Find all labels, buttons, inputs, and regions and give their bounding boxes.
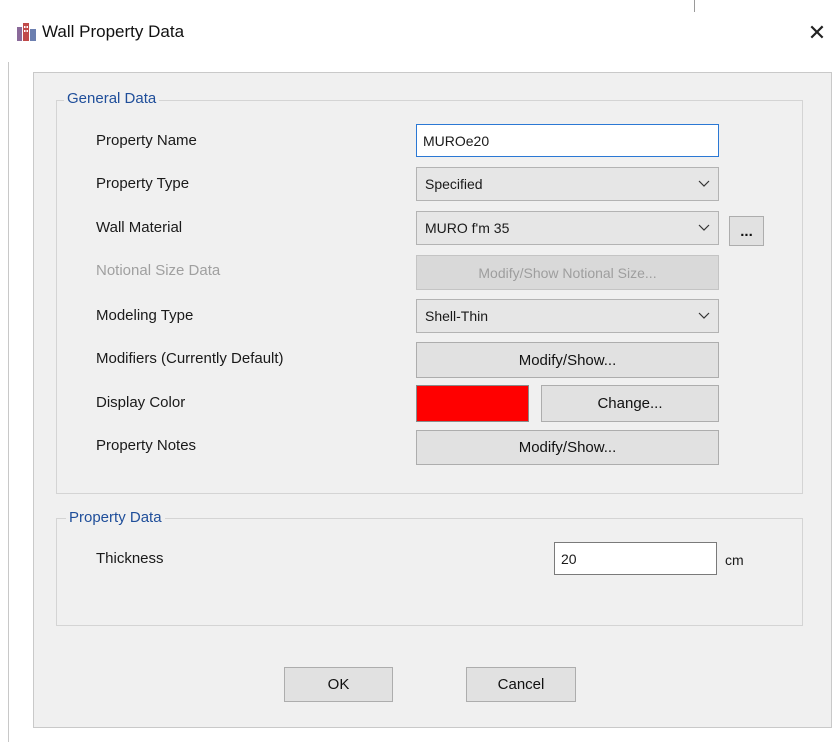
property-name-label: Property Name xyxy=(96,132,197,149)
notional-size-label: Notional Size Data xyxy=(96,262,221,279)
wall-material-value: MURO f'm 35 xyxy=(425,220,510,236)
property-notes-label: Property Notes xyxy=(96,437,197,454)
property-type-label: Property Type xyxy=(96,175,190,192)
property-data-title: Property Data xyxy=(66,509,165,526)
property-type-select[interactable]: Specified xyxy=(416,167,719,201)
modeling-type-value: Shell-Thin xyxy=(425,308,489,324)
divider xyxy=(8,62,9,742)
thickness-unit: cm xyxy=(725,552,744,568)
window-title: Wall Property Data xyxy=(42,22,185,41)
property-name-input[interactable]: MUROe20 xyxy=(416,124,719,157)
chevron-down-icon xyxy=(698,312,710,319)
notional-size-button[interactable]: Modify/Show Notional Size... xyxy=(416,255,719,290)
modifiers-button[interactable]: Modify/Show... xyxy=(416,342,719,378)
divider xyxy=(694,0,695,12)
wall-material-select[interactable]: MURO f'm 35 xyxy=(416,211,719,245)
display-color-swatch xyxy=(416,385,529,422)
thickness-input[interactable]: 20 xyxy=(554,542,717,575)
general-data-title: General Data xyxy=(64,90,160,107)
building-icon xyxy=(17,23,36,41)
modifiers-label: Modifiers (Currently Default) xyxy=(96,350,284,367)
thickness-label: Thickness xyxy=(96,550,164,567)
property-type-value: Specified xyxy=(425,176,483,192)
cancel-button[interactable]: Cancel xyxy=(466,667,576,702)
modeling-type-label: Modeling Type xyxy=(96,307,194,324)
modeling-type-select[interactable]: Shell-Thin xyxy=(416,299,719,333)
wall-material-label: Wall Material xyxy=(96,219,183,236)
title-bar: Wall Property Data ✕ xyxy=(0,0,838,62)
chevron-down-icon xyxy=(698,180,710,187)
ok-button[interactable]: OK xyxy=(284,667,393,702)
change-color-button[interactable]: Change... xyxy=(541,385,719,422)
chevron-down-icon xyxy=(698,224,710,231)
property-notes-button[interactable]: Modify/Show... xyxy=(416,430,719,465)
close-icon[interactable]: ✕ xyxy=(800,16,834,50)
display-color-label: Display Color xyxy=(96,394,186,411)
wall-material-browse-button[interactable]: ... xyxy=(729,216,764,246)
